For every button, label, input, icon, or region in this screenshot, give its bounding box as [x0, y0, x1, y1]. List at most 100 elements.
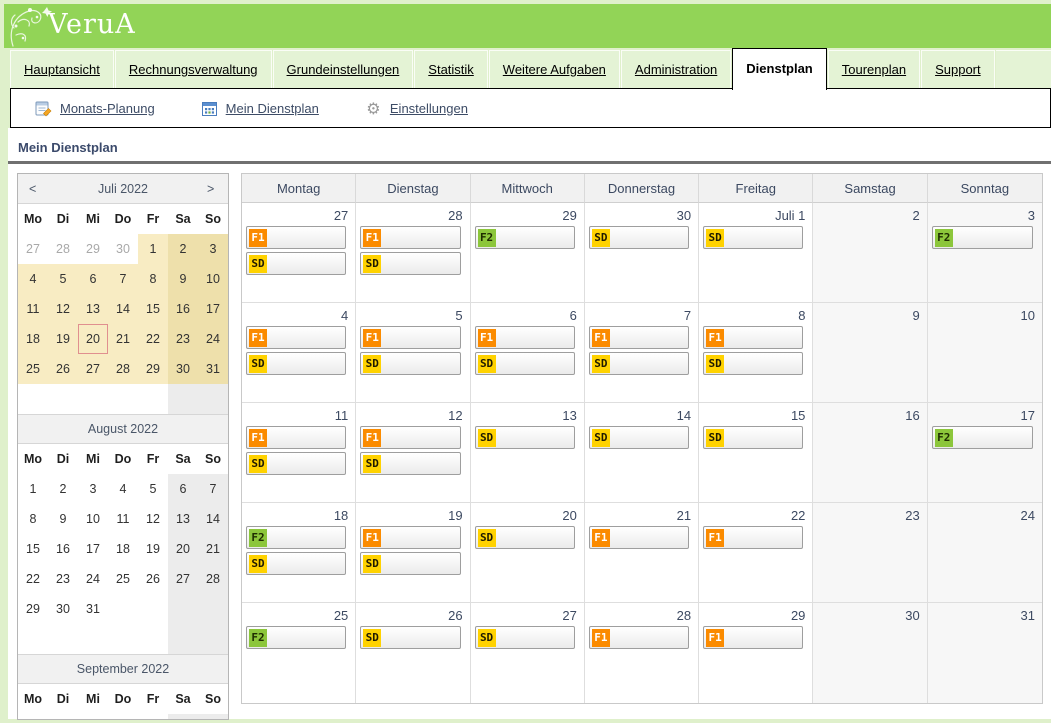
shift-entry[interactable]: SD: [246, 452, 346, 475]
mini-day-29[interactable]: 29: [18, 594, 48, 624]
mini-day-22[interactable]: 22: [18, 564, 48, 594]
mini-day-24[interactable]: 24: [78, 564, 108, 594]
subnav-link-mein-dienstplan[interactable]: Mein Dienstplan: [201, 100, 319, 117]
mini-day-30[interactable]: 30: [48, 594, 78, 624]
calendar-day-cell[interactable]: 16: [813, 403, 927, 503]
shift-entry[interactable]: SD: [475, 426, 575, 449]
mini-day-25[interactable]: 25: [108, 564, 138, 594]
mini-day-16[interactable]: 16: [168, 294, 198, 324]
mini-day-13[interactable]: 13: [168, 504, 198, 534]
mini-day-5[interactable]: 5: [48, 264, 78, 294]
mini-day-5[interactable]: 5: [138, 474, 168, 504]
calendar-day-cell[interactable]: 23: [813, 503, 927, 603]
calendar-day-cell[interactable]: 5F1SD: [356, 303, 470, 403]
calendar-day-cell[interactable]: 15SD: [699, 403, 813, 503]
calendar-day-cell[interactable]: Juli 1SD: [699, 203, 813, 303]
shift-entry[interactable]: F2: [475, 226, 575, 249]
calendar-day-cell[interactable]: 17F2: [928, 403, 1042, 503]
shift-entry[interactable]: SD: [360, 352, 460, 375]
calendar-day-cell[interactable]: 9: [813, 303, 927, 403]
mini-day-18[interactable]: 18: [18, 324, 48, 354]
mini-day-25[interactable]: 25: [18, 354, 48, 384]
mini-day-10[interactable]: 10: [198, 264, 228, 294]
shift-entry[interactable]: F2: [246, 626, 346, 649]
mini-day-28[interactable]: 28: [198, 564, 228, 594]
shift-entry[interactable]: F1: [360, 226, 460, 249]
mini-day-9[interactable]: 9: [168, 264, 198, 294]
mini-day-13[interactable]: 13: [78, 294, 108, 324]
mini-day-19[interactable]: 19: [48, 324, 78, 354]
calendar-day-cell[interactable]: 27F1SD: [242, 203, 356, 303]
tab-support[interactable]: Support: [921, 50, 995, 88]
mini-day-11[interactable]: 11: [18, 294, 48, 324]
calendar-day-cell[interactable]: 29F1: [699, 603, 813, 703]
mini-day-23[interactable]: 23: [168, 324, 198, 354]
shift-entry[interactable]: F1: [360, 526, 460, 549]
mini-day-16[interactable]: 16: [48, 534, 78, 564]
mini-day-10[interactable]: 10: [78, 504, 108, 534]
shift-entry[interactable]: SD: [246, 552, 346, 575]
calendar-day-cell[interactable]: 27SD: [471, 603, 585, 703]
calendar-day-cell[interactable]: 26SD: [356, 603, 470, 703]
mini-day-14[interactable]: 14: [198, 504, 228, 534]
tab-rechnungsverwaltung[interactable]: Rechnungsverwaltung: [115, 50, 272, 88]
shift-entry[interactable]: F1: [703, 626, 803, 649]
calendar-day-cell[interactable]: 24: [928, 503, 1042, 603]
calendar-day-cell[interactable]: 20SD: [471, 503, 585, 603]
mini-day-3[interactable]: 3: [168, 714, 198, 720]
mini-day-1[interactable]: 1: [108, 714, 138, 720]
calendar-day-cell[interactable]: 8F1SD: [699, 303, 813, 403]
shift-entry[interactable]: F1: [246, 226, 346, 249]
shift-entry[interactable]: F1: [589, 526, 689, 549]
mini-day-8[interactable]: 8: [138, 264, 168, 294]
tab-dienstplan[interactable]: Dienstplan: [732, 48, 826, 90]
mini-day-29[interactable]: 29: [138, 354, 168, 384]
calendar-day-cell[interactable]: 6F1SD: [471, 303, 585, 403]
mini-day-3[interactable]: 3: [198, 234, 228, 264]
calendar-day-cell[interactable]: 13SD: [471, 403, 585, 503]
mini-day-18[interactable]: 18: [108, 534, 138, 564]
mini-day-15[interactable]: 15: [18, 534, 48, 564]
mini-day-4[interactable]: 4: [198, 714, 228, 720]
mini-day-4[interactable]: 4: [108, 474, 138, 504]
shift-entry[interactable]: SD: [246, 252, 346, 275]
tab-tourenplan[interactable]: Tourenplan: [828, 50, 920, 88]
mini-day-7[interactable]: 7: [198, 474, 228, 504]
tab-grundeinstellungen[interactable]: Grundeinstellungen: [273, 50, 414, 88]
shift-entry[interactable]: SD: [360, 452, 460, 475]
shift-entry[interactable]: F1: [246, 326, 346, 349]
shift-entry[interactable]: F1: [360, 326, 460, 349]
mini-day-1[interactable]: 1: [138, 234, 168, 264]
mini-day-3[interactable]: 3: [78, 474, 108, 504]
mini-day-26[interactable]: 26: [48, 354, 78, 384]
shift-entry[interactable]: SD: [475, 352, 575, 375]
mini-day-11[interactable]: 11: [108, 504, 138, 534]
calendar-day-cell[interactable]: 11F1SD: [242, 403, 356, 503]
mini-day-1[interactable]: 1: [18, 474, 48, 504]
tab-weitere-aufgaben[interactable]: Weitere Aufgaben: [489, 50, 620, 88]
mini-day-15[interactable]: 15: [138, 294, 168, 324]
tab-hauptansicht[interactable]: Hauptansicht: [10, 50, 114, 88]
tab-statistik[interactable]: Statistik: [414, 50, 488, 88]
mini-day-28[interactable]: 28: [48, 234, 78, 264]
calendar-day-cell[interactable]: 18F2SD: [242, 503, 356, 603]
mini-day-27[interactable]: 27: [18, 234, 48, 264]
mini-day-9[interactable]: 9: [48, 504, 78, 534]
mini-day-31[interactable]: 31: [78, 594, 108, 624]
mini-day-6[interactable]: 6: [78, 264, 108, 294]
calendar-day-cell[interactable]: 3F2: [928, 203, 1042, 303]
shift-entry[interactable]: F1: [703, 326, 803, 349]
mini-day-20[interactable]: 20: [168, 534, 198, 564]
calendar-day-cell[interactable]: 2: [813, 203, 927, 303]
tab-administration[interactable]: Administration: [621, 50, 731, 88]
mini-day-7[interactable]: 7: [108, 264, 138, 294]
mini-day-2[interactable]: 2: [138, 714, 168, 720]
shift-entry[interactable]: F1: [589, 626, 689, 649]
shift-entry[interactable]: SD: [360, 552, 460, 575]
mini-day-20[interactable]: 20: [78, 324, 108, 354]
shift-entry[interactable]: F1: [589, 326, 689, 349]
mini-day-27[interactable]: 27: [78, 354, 108, 384]
shift-entry[interactable]: F2: [246, 526, 346, 549]
shift-entry[interactable]: SD: [589, 352, 689, 375]
calendar-day-cell[interactable]: 30: [813, 603, 927, 703]
